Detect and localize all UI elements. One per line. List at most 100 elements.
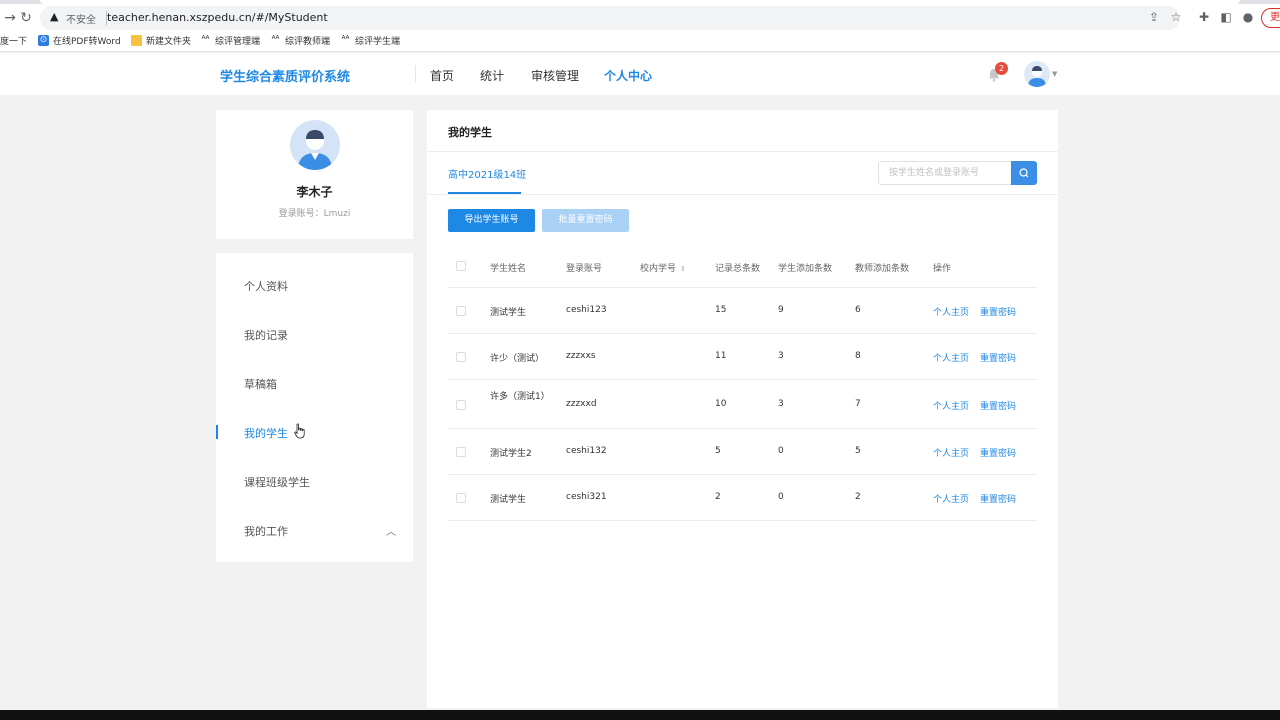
reset-password-link[interactable]: 重置密码 [980, 399, 1016, 412]
record-total: 15 [715, 305, 727, 315]
bookmark-label: 新建文件夹 [146, 37, 192, 47]
student-name: 许多（测试1） [490, 392, 550, 402]
student-account: ceshi321 [566, 492, 607, 502]
bookmarks-bar: 度一下 ⊙ 在线PDF转Word 新建文件夹 ᴬᴬ 综评管理端 ᴬᴬ 综评教师端 ᴬᴬ… [0, 32, 1280, 50]
star-icon[interactable]: ☆ [1168, 9, 1184, 25]
divider [427, 194, 1058, 195]
nav-home[interactable]: 首页 [430, 67, 454, 84]
homepage-link[interactable]: 个人主页 [933, 351, 969, 364]
teacher-added-count: 5 [855, 446, 861, 456]
row-checkbox[interactable] [456, 306, 466, 316]
row-checkbox[interactable] [456, 447, 466, 457]
tab-class[interactable]: 高中2021级14班 [448, 166, 526, 181]
teacher-added-count: 2 [855, 492, 861, 502]
student-name: 测试学生 [490, 308, 527, 318]
student-name: 测试学生 [490, 495, 527, 505]
search-input[interactable] [878, 161, 1012, 185]
chevron-down-icon[interactable]: ▼ [1052, 70, 1057, 78]
row-checkbox[interactable] [456, 400, 466, 410]
chevron-up-icon[interactable]: ︿ [386, 523, 396, 538]
user-avatar-icon [298, 130, 332, 170]
column-header: 登录账号 [566, 264, 603, 274]
bookmark-icon: ᴬᴬ [341, 35, 350, 45]
avatar[interactable] [1024, 61, 1050, 87]
sidebar-item-profile[interactable]: 个人资料 [216, 270, 413, 300]
sidepanel-icon[interactable]: ◧ [1218, 9, 1234, 25]
sidebar-item-my-work[interactable]: 我的工作 ︿ [216, 515, 413, 545]
avatar [290, 120, 340, 170]
column-header: 学生添加条数 [778, 264, 833, 274]
sidebar-item-course-students[interactable]: 课程班级学生 [216, 466, 413, 496]
profile-account: 登录账号：Lmuzi [278, 209, 351, 219]
row-checkbox[interactable] [456, 352, 466, 362]
reset-password-link[interactable]: 重置密码 [980, 446, 1016, 459]
homepage-link[interactable]: 个人主页 [933, 305, 969, 318]
reset-password-link[interactable]: 重置密码 [980, 351, 1016, 364]
share-icon[interactable]: ⇪ [1146, 9, 1162, 25]
record-total: 10 [715, 399, 727, 409]
bookmark-item[interactable]: ᴬᴬ 综评学生端 [340, 34, 400, 47]
bookmark-label: 度一下 [0, 37, 28, 47]
bookmark-label: 在线PDF转Word [53, 37, 121, 47]
extensions-icon[interactable]: ✚ [1196, 9, 1212, 25]
homepage-link[interactable]: 个人主页 [933, 446, 969, 459]
column-header: 记录总条数 [715, 264, 761, 274]
column-header: 学生姓名 [490, 264, 527, 274]
student-added-count: 0 [778, 492, 784, 502]
sidebar: 个人资料 我的记录 草稿箱 我的学生 课程班级学生 我的工作 ︿ [216, 253, 413, 562]
bookmark-item[interactable]: ⊙ 在线PDF转Word [38, 34, 121, 47]
sidebar-item-label: 我的记录 [244, 329, 288, 342]
reload-icon[interactable]: ↻ [16, 8, 36, 28]
sidebar-item-drafts[interactable]: 草稿箱 [216, 368, 413, 398]
app-header: 学生综合素质评价系统 首页 统计 审核管理 个人中心 2 ▼ [0, 53, 1280, 95]
sidebar-item-label: 我的学生 [244, 427, 288, 440]
bookmark-icon: ᴬᴬ [271, 35, 280, 45]
address-bar[interactable]: ▲ 不安全 teacher.henan.xszpedu.cn/#/MyStude… [40, 6, 1180, 30]
bookmark-item[interactable]: ᴬᴬ 综评教师端 [270, 34, 330, 47]
student-account: ceshi132 [566, 446, 607, 456]
reset-password-link[interactable]: 重置密码 [980, 492, 1016, 505]
student-account: zzzxxs [566, 351, 596, 361]
record-total: 5 [715, 446, 721, 456]
nav-review[interactable]: 审核管理 [531, 67, 579, 84]
table-header: 学生姓名 登录账号 校内学号 ⇕ 记录总条数 学生添加条数 教师添加条数 操作 [448, 246, 1037, 288]
column-header-label: 校内学号 [640, 264, 677, 274]
update-button[interactable]: 更 [1261, 8, 1280, 28]
batch-reset-password-button[interactable]: 批量重置密码 [542, 209, 629, 232]
profile-card: 李木子 登录账号：Lmuzi [216, 110, 413, 239]
search-button[interactable] [1011, 161, 1037, 185]
sidebar-item-label: 我的工作 [244, 525, 288, 538]
sidebar-item-my-students[interactable]: 我的学生 [216, 417, 413, 447]
url-text[interactable]: teacher.henan.xszpedu.cn/#/MyStudent [107, 11, 328, 24]
sidebar-item-label: 个人资料 [244, 280, 288, 293]
nav-personal-center[interactable]: 个人中心 [604, 67, 652, 84]
hand-cursor-icon [294, 423, 305, 439]
bookmark-item[interactable]: 新建文件夹 [131, 34, 191, 47]
column-header: 操作 [933, 264, 952, 274]
bookmark-label: 综评教师端 [285, 37, 331, 47]
table-row: 许多（测试1） zzzxxd 10 3 7 个人主页 重置密码 [448, 380, 1037, 429]
column-header: 教师添加条数 [855, 264, 910, 274]
sidebar-item-records[interactable]: 我的记录 [216, 319, 413, 349]
select-all-checkbox[interactable] [456, 261, 466, 271]
record-total: 11 [715, 351, 727, 361]
bookmark-item[interactable]: ᴬᴬ 综评管理端 [200, 34, 260, 47]
table-row: 许少（测试） zzzxxs 11 3 8 个人主页 重置密码 [448, 334, 1037, 380]
app-title[interactable]: 学生综合素质评价系统 [220, 66, 350, 85]
folder-icon [131, 35, 142, 46]
column-header-sortable[interactable]: 校内学号 ⇕ [640, 261, 686, 274]
search-icon [1019, 168, 1029, 178]
bookmark-item[interactable]: 度一下 [0, 34, 27, 47]
profile-icon[interactable]: ● [1240, 9, 1256, 25]
tab-strip [0, 0, 1280, 4]
sort-icon[interactable]: ⇕ [680, 265, 686, 273]
active-tab[interactable] [40, 0, 1240, 4]
reset-password-link[interactable]: 重置密码 [980, 305, 1016, 318]
homepage-link[interactable]: 个人主页 [933, 399, 969, 412]
profile-name: 李木子 [296, 185, 333, 199]
export-accounts-button[interactable]: 导出学生账号 [448, 209, 535, 232]
homepage-link[interactable]: 个人主页 [933, 492, 969, 505]
student-account: zzzxxd [566, 399, 597, 409]
nav-statistics[interactable]: 统计 [480, 67, 504, 84]
row-checkbox[interactable] [456, 493, 466, 503]
